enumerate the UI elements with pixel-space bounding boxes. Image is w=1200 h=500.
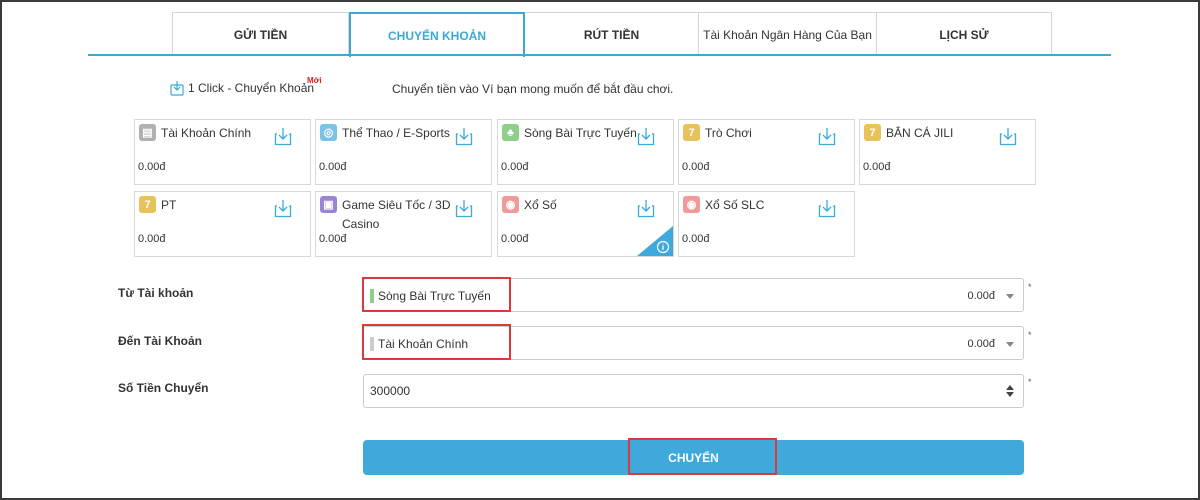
wallet-name: Sòng Bài Trực Tuyến [524,126,637,140]
wallet-card[interactable]: 7 PT 0.00đ [134,191,311,257]
chevron-down-icon [1006,294,1014,299]
to-account-label: Đến Tài Khoản [118,334,203,348]
one-click-transfer-link[interactable]: 1 Click - Chuyển Khoản [170,80,314,96]
from-account-value: Sòng Bài Trực Tuyến [378,289,491,303]
wallet-card[interactable]: ♣ Sòng Bài Trực Tuyến 0.00đ [497,119,674,185]
wallet-name: Thể Thao / E-Sports [342,126,450,140]
download-icon[interactable] [455,199,473,218]
sports-icon: ◎ [320,124,337,141]
fast-game-icon: ▣ [320,196,337,213]
info-icon[interactable] [637,226,673,256]
wallet-balance: 0.00đ [138,161,166,173]
required-mark: * [1028,377,1032,387]
to-account-value: Tài Khoản Chính [378,337,469,351]
required-mark: * [1028,330,1032,340]
tab-bar: GỬI TIỀN CHUYỂN KHOẢN RÚT TIỀN Tài Khoản… [172,12,1052,57]
required-mark: * [1028,282,1032,292]
download-icon[interactable] [818,199,836,218]
download-icon[interactable] [999,127,1017,146]
games-icon: 7 [683,124,700,141]
wallet-balance: 0.00đ [138,233,166,245]
wallet-name: Xổ Số SLC [705,198,765,212]
wallet-balance: 0.00đ [501,161,529,173]
tab-transfer[interactable]: CHUYỂN KHOẢN [349,12,525,57]
from-account-label: Từ Tài khoản [118,286,194,300]
tab-bank-account[interactable]: Tài Khoản Ngân Hàng Của Bạn [699,12,877,56]
tab-deposit[interactable]: GỬI TIỀN [172,12,349,56]
tab-history[interactable]: LỊCH SỬ [877,12,1052,56]
wallet-card[interactable]: 7 Trò Chơi 0.00đ [678,119,855,185]
to-account-select[interactable]: Tài Khoản Chính 0.00đ [363,326,1024,360]
wallet-balance: 0.00đ [319,161,347,173]
from-color-bar [370,289,374,303]
pt-icon: 7 [139,196,156,213]
chevron-down-icon [1006,342,1014,347]
lottery-slc-icon: ◉ [683,196,700,213]
wallet-balance: 0.00đ [863,161,891,173]
wallet-card[interactable]: 7 BẮN CÁ JILI 0.00đ [859,119,1036,185]
download-icon[interactable] [637,127,655,146]
download-icon[interactable] [455,127,473,146]
wallet-balance: 0.00đ [682,161,710,173]
tab-underline [88,54,1111,56]
to-color-bar [370,337,374,351]
wallet-name: Game Siêu Tốc / 3D Casino [342,198,451,231]
download-icon[interactable] [637,199,655,218]
new-badge: Mới [307,76,322,85]
wallet-card[interactable]: ▣ Game Siêu Tốc / 3D Casino 0.00đ [315,191,492,257]
amount-input[interactable] [363,374,1024,408]
wallet-name: Trò Chơi [705,126,752,140]
wallet-name: Tài Khoản Chính [161,126,252,140]
to-account-balance: 0.00đ [967,338,995,350]
download-icon [170,81,184,96]
wallet-name: Xổ Số [524,198,557,212]
from-account-select[interactable]: Sòng Bài Trực Tuyến 0.00đ [363,278,1024,312]
download-icon[interactable] [274,127,292,146]
wallet-card[interactable]: ◉ Xổ Số 0.00đ [497,191,674,257]
wallet-name: PT [161,198,177,212]
wallet-card[interactable]: ▤ Tài Khoản Chính 0.00đ [134,119,311,185]
stepper-icon[interactable] [1005,384,1015,398]
one-click-label: 1 Click - Chuyển Khoản [188,81,315,95]
tab-withdraw[interactable]: RÚT TIỀN [525,12,699,56]
wallet-name: BẮN CÁ JILI [886,126,954,140]
download-icon[interactable] [274,199,292,218]
transfer-submit-button[interactable]: CHUYỂN [363,440,1024,475]
wallet-balance: 0.00đ [319,233,347,245]
from-account-balance: 0.00đ [967,290,995,302]
wallet-card[interactable]: ◎ Thể Thao / E-Sports 0.00đ [315,119,492,185]
casino-icon: ♣ [502,124,519,141]
wallet-card[interactable]: ◉ Xổ Số SLC 0.00đ [678,191,855,257]
wallet-balance: 0.00đ [682,233,710,245]
main-account-icon: ▤ [139,124,156,141]
fishing-icon: 7 [864,124,881,141]
amount-label: Số Tiền Chuyển [118,381,209,395]
intro-text: Chuyển tiền vào Ví bạn mong muốn để bắt … [392,82,674,96]
wallet-balance: 0.00đ [501,233,529,245]
lottery-icon: ◉ [502,196,519,213]
download-icon[interactable] [818,127,836,146]
